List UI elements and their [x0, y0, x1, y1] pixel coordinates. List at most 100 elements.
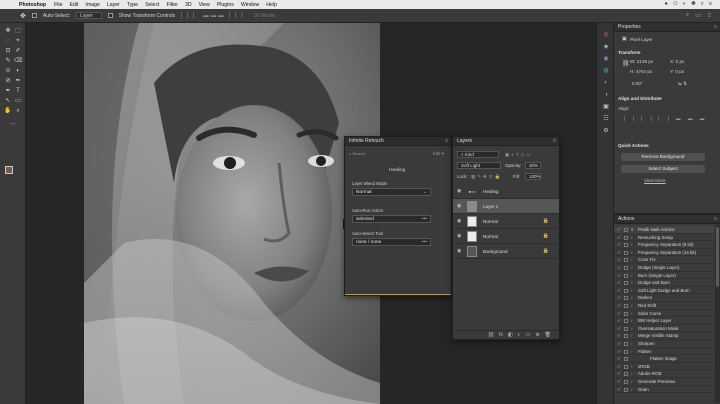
dialog-toggle[interactable]	[624, 228, 628, 232]
action-row[interactable]: ✓ › sRGB	[614, 363, 714, 371]
dialog-toggle[interactable]	[624, 296, 628, 301]
chevron-icon[interactable]: ›	[631, 340, 632, 348]
add-mask-icon[interactable]: ◧	[508, 331, 513, 339]
chevron-icon[interactable]: ›	[631, 272, 632, 280]
swatches-panel-icon[interactable]: ◈	[602, 43, 610, 51]
action-row[interactable]: ✓ › Darken	[614, 294, 714, 302]
layer-row-normal-2[interactable]: ◉ Normal 🔒	[453, 229, 559, 244]
width-field[interactable]: W: 3136 px	[630, 59, 653, 64]
dialog-toggle[interactable]	[624, 235, 628, 240]
panel-menu-icon[interactable]: ≡	[714, 23, 717, 32]
menu-window[interactable]: Window	[241, 2, 259, 8]
checkmark-icon[interactable]: ✓	[617, 279, 621, 287]
dialog-toggle[interactable]	[624, 387, 628, 392]
dialog-toggle[interactable]	[624, 273, 628, 278]
checkmark-icon[interactable]: ✓	[617, 363, 621, 371]
action-row[interactable]: ✓ › Dodge (Single Layer)	[614, 264, 714, 272]
search-icon[interactable]: ⌕	[686, 12, 689, 19]
history-brush-icon[interactable]: ⊘	[4, 77, 12, 85]
hand-icon[interactable]: ✋	[4, 107, 12, 115]
action-row[interactable]: ✓ › Red Shift	[614, 302, 714, 310]
chevron-icon[interactable]: ›	[631, 332, 632, 340]
menu-view[interactable]: View	[199, 2, 210, 8]
menu-type[interactable]: Type	[127, 2, 138, 8]
auto-run-field[interactable]: selected •••	[352, 215, 431, 223]
frame-icon[interactable]: ✐	[14, 47, 22, 55]
quick-actions-title[interactable]: Quick Actions	[618, 143, 649, 148]
dialog-toggle[interactable]	[624, 288, 628, 293]
action-row[interactable]: ✓ › Retouching Setup	[614, 234, 714, 242]
cloud-icon[interactable]: ⚇	[673, 1, 678, 8]
dialog-toggle[interactable]	[624, 319, 628, 324]
menu-plugins[interactable]: Plugins	[217, 2, 234, 8]
remove-background-button[interactable]: Remove Background	[621, 153, 705, 161]
dialog-toggle[interactable]	[624, 334, 628, 339]
eyedropper-icon[interactable]: ✎	[4, 57, 12, 65]
action-row[interactable]: ✓ › Generate Previews	[614, 378, 714, 386]
action-row[interactable]: ✓ › Frequency Separation (16 bit)	[614, 249, 714, 257]
checkmark-icon[interactable]: ✓	[617, 386, 621, 394]
lasso-icon[interactable]: ◌	[4, 37, 12, 45]
more-icon[interactable]: •••	[422, 239, 427, 246]
x-field[interactable]: X: 0 px	[670, 59, 684, 64]
gradients-panel-icon[interactable]: ◉	[602, 55, 610, 63]
chevron-icon[interactable]: ›	[631, 370, 632, 378]
control-center-icon[interactable]: ≡	[709, 1, 712, 8]
action-row[interactable]: ✓ ▾ Pratik Naik Actions	[614, 226, 714, 234]
dialog-toggle[interactable]	[624, 311, 628, 316]
action-row[interactable]: ✓ › Oversaturation Mask	[614, 325, 714, 333]
menu-3d[interactable]: 3D	[185, 2, 192, 8]
edit-menu-button[interactable]: Edit ▾	[433, 151, 444, 157]
layer-row-healing-group[interactable]: ◉ ▸▭ Healing	[453, 184, 559, 199]
transform-controls-checkbox[interactable]	[107, 13, 113, 18]
checkmark-icon[interactable]: ✓	[617, 249, 621, 257]
chevron-icon[interactable]: ›	[631, 310, 632, 318]
zoom-icon[interactable]: ⌕	[14, 107, 22, 115]
panel-menu-icon[interactable]: ≡	[714, 215, 717, 224]
eye-icon[interactable]: ◉	[457, 244, 461, 259]
y-field[interactable]: Y: 0 px	[670, 69, 684, 74]
adjustments-panel-icon[interactable]: ◐	[602, 79, 610, 87]
panel-menu-icon[interactable]: ≡	[553, 137, 556, 146]
action-row[interactable]: ✓ › Solar Curve	[614, 310, 714, 318]
menu-select[interactable]: Select	[145, 2, 159, 8]
flip-icons[interactable]: ⇋ ⇅	[678, 81, 687, 87]
move-tool-icon[interactable]: ✥	[20, 12, 26, 20]
filter-icons[interactable]: ▣◐T◇▭	[505, 152, 532, 158]
checkmark-icon[interactable]: ✓	[617, 332, 621, 340]
view-more-link[interactable]: View More	[644, 178, 666, 183]
marquee-icon[interactable]: ⬚	[14, 27, 22, 35]
chevron-icon[interactable]: ›	[631, 249, 632, 257]
chevron-icon[interactable]: ▾	[631, 226, 633, 234]
infinite-retouch-title[interactable]: Infinite Retouch	[349, 138, 384, 144]
dialog-toggle[interactable]	[624, 258, 628, 263]
path-select-icon[interactable]: ↖	[4, 97, 12, 105]
auto-select-tool-field[interactable]: none / none •••	[352, 238, 431, 246]
action-row[interactable]: ✓ › Dodge and Burn	[614, 279, 714, 287]
checkmark-icon[interactable]: ✓	[617, 378, 621, 386]
eye-icon[interactable]: ◉	[457, 184, 461, 199]
kind-filter-select[interactable]: ⌕ Kind	[457, 151, 499, 158]
rectangle-icon[interactable]: ▭	[14, 97, 22, 105]
actions-title[interactable]: Actions	[618, 216, 634, 222]
chevron-icon[interactable]: ›	[631, 256, 632, 264]
patterns-panel-icon[interactable]: ◍	[602, 67, 610, 75]
chevron-icon[interactable]: ›	[631, 348, 632, 356]
checkmark-icon[interactable]: ✓	[617, 310, 621, 318]
action-row[interactable]: ✓ Flatten Image	[614, 355, 714, 363]
dialog-toggle[interactable]	[624, 266, 628, 270]
height-field[interactable]: H: 4764 px	[630, 69, 652, 74]
chevron-icon[interactable]: ›	[631, 287, 632, 295]
blend-mode-select[interactable]: Normal ⌄	[352, 188, 431, 196]
action-row[interactable]: ✓ › Color Fix	[614, 256, 714, 264]
layer-row-background[interactable]: ◉ Background 🔒	[453, 244, 559, 259]
action-row[interactable]: ✓ › Flatten	[614, 348, 714, 356]
eye-icon[interactable]: ◉	[457, 199, 461, 214]
dialog-toggle[interactable]	[624, 349, 628, 354]
menu-app-photoshop[interactable]: Photoshop	[19, 2, 46, 8]
more-icon[interactable]: •••	[422, 216, 427, 223]
link-icon[interactable]: ⛓	[622, 60, 630, 67]
checkmark-icon[interactable]: ✓	[617, 234, 621, 242]
action-row[interactable]: ✓ › Burn (Single Layer)	[614, 272, 714, 280]
stamp-icon[interactable]: ◐	[14, 67, 22, 75]
